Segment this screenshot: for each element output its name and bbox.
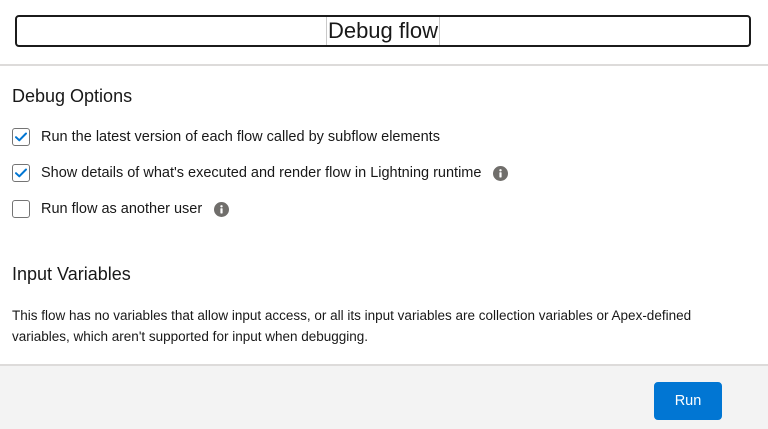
modal-footer: Run <box>0 364 768 429</box>
debug-flow-modal: Debug flow Debug Options Run the latest … <box>0 0 768 429</box>
checkmark-icon <box>15 168 27 178</box>
input-variables-heading: Input Variables <box>12 264 131 284</box>
info-icon[interactable] <box>214 201 230 217</box>
run-button[interactable]: Run <box>654 382 722 420</box>
title-frame: Debug flow <box>15 15 751 47</box>
modal-header: Debug flow <box>0 0 768 66</box>
debug-options-heading: Debug Options <box>12 86 133 106</box>
input-variables-description: This flow has no variables that allow in… <box>12 308 692 344</box>
option-run-as-another-user[interactable]: Run flow as another user <box>12 200 230 218</box>
checkmark-icon <box>15 132 27 142</box>
option-run-latest-version[interactable]: Run the latest version of each flow call… <box>12 128 440 146</box>
option-label: Show details of what's executed and rend… <box>41 165 482 181</box>
checkbox-run-latest-version[interactable] <box>12 128 30 146</box>
checkbox-show-details[interactable] <box>12 164 30 182</box>
info-icon[interactable] <box>493 165 509 181</box>
option-label: Run flow as another user <box>41 201 203 217</box>
option-label: Run the latest version of each flow call… <box>41 129 440 145</box>
option-show-details[interactable]: Show details of what's executed and rend… <box>12 164 509 182</box>
modal-title: Debug flow <box>325 17 441 45</box>
checkbox-run-as-another-user[interactable] <box>12 200 30 218</box>
